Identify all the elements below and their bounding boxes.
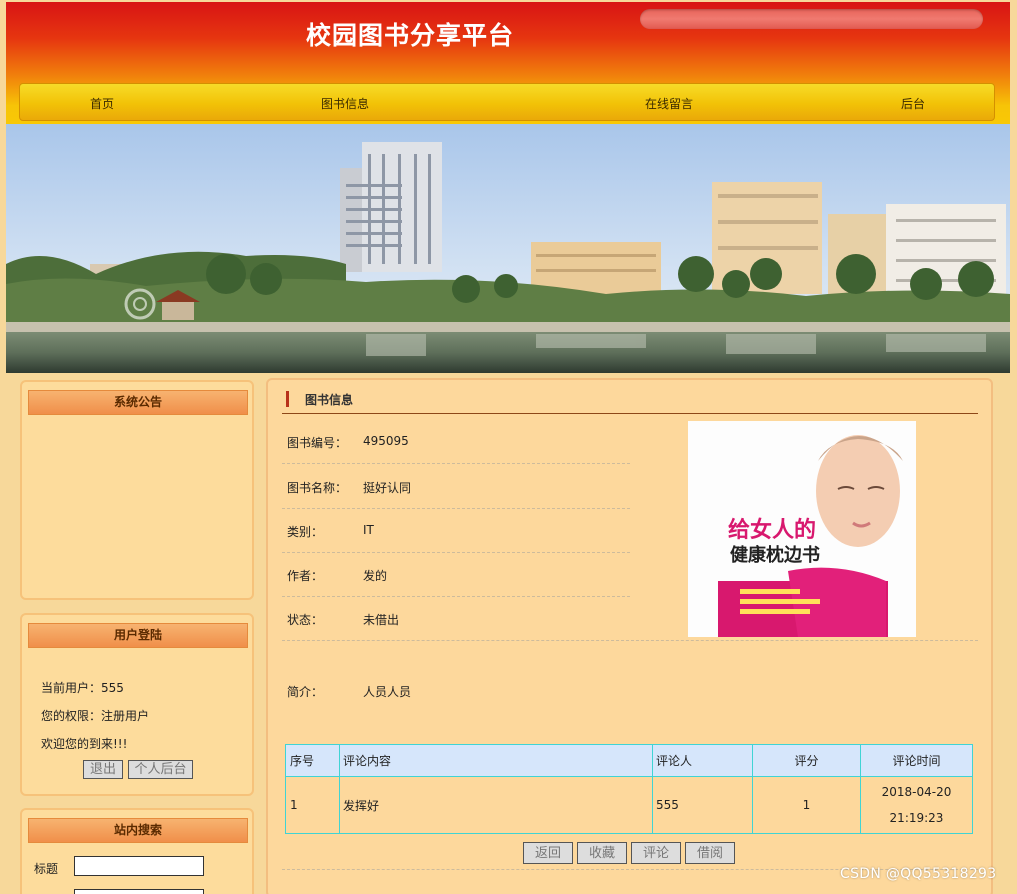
field-label: 类别： (287, 525, 324, 539)
page: 校园图书分享平台 首页 图书信息 在线留言 后台 系统公告 用户登陆 当前用户：… (6, 0, 1010, 894)
cell-time: 2018-04-20 21:19:23 (860, 776, 973, 834)
field-value: 挺好认同 (363, 481, 412, 495)
book-info-panel: 图书信息 图书编号： 495095 图书名称： 挺好认同 类别： IT 作者： … (266, 378, 993, 894)
nav-books[interactable]: 图书信息 (321, 95, 369, 112)
field-value: 未借出 (363, 613, 400, 627)
welcome-text: 欢迎您的到来!!! (41, 737, 128, 751)
back-button[interactable]: 返回 (523, 842, 573, 864)
col-header: 评论时间 (860, 744, 973, 777)
login-title: 用户登陆 (28, 623, 248, 648)
cover-subtitle-text: 健康枕边书 (730, 544, 820, 566)
profile-button[interactable]: 个人后台 (128, 760, 193, 779)
field-label: 图书名称： (287, 481, 348, 495)
borrow-button[interactable]: 借阅 (685, 842, 735, 864)
field-label: 图书编号： (287, 436, 348, 450)
notice-title: 系统公告 (28, 390, 248, 415)
cover-title-text: 给女人的 (728, 517, 816, 543)
col-header: 评分 (752, 744, 861, 777)
current-user-text: 当前用户：555 (41, 681, 124, 695)
comment-button[interactable]: 评论 (631, 842, 681, 864)
cell-author: 555 (652, 776, 753, 834)
col-header: 评论内容 (339, 744, 653, 777)
table-header-row: 序号 评论内容 评论人 评分 评论时间 (285, 744, 973, 777)
cell-index: 1 (285, 776, 340, 834)
intro-value: 人员人员 (363, 685, 412, 699)
section-marker (286, 391, 289, 407)
watermark-text: CSDN @QQ55318293 (840, 866, 997, 882)
favorite-button[interactable]: 收藏 (577, 842, 627, 864)
field-value: IT (363, 523, 374, 537)
field-status: 状态： 未借出 (282, 597, 630, 641)
logout-button[interactable]: 退出 (83, 760, 123, 779)
table-row: 1 发挥好 555 1 2018-04-20 21:19:23 (285, 776, 973, 834)
cell-date: 2018-04-20 (881, 785, 952, 799)
site-header: 校园图书分享平台 首页 图书信息 在线留言 后台 (6, 2, 1010, 124)
field-book-name: 图书名称： 挺好认同 (282, 465, 630, 509)
search-title-input[interactable] (74, 856, 204, 876)
col-header: 评论人 (652, 744, 753, 777)
field-label: 作者： (287, 569, 324, 583)
intro-label: 简介： (287, 685, 324, 699)
search-second-input[interactable] (74, 889, 204, 894)
nav-home[interactable]: 首页 (90, 95, 114, 112)
field-category: 类别： IT (282, 509, 630, 553)
section-header: 图书信息 (282, 386, 978, 414)
cell-clock: 21:19:23 (889, 811, 944, 825)
field-author: 作者： 发的 (282, 553, 630, 597)
cell-score: 1 (752, 776, 861, 834)
field-book-id: 图书编号： 495095 (282, 420, 630, 464)
field-label: 状态： (287, 613, 324, 627)
notice-panel: 系统公告 (20, 380, 254, 600)
book-cover-image: 给女人的 健康枕边书 (688, 421, 916, 637)
field-value: 495095 (363, 434, 409, 448)
header-decoration (640, 9, 983, 29)
comments-table: 序号 评论内容 评论人 评分 评论时间 1 发挥好 555 1 2018-04-… (285, 744, 973, 834)
cell-content: 发挥好 (339, 776, 653, 834)
campus-banner-image (6, 124, 1010, 373)
field-value: 发的 (363, 569, 388, 583)
nav-messages[interactable]: 在线留言 (645, 95, 693, 112)
nav-admin[interactable]: 后台 (901, 95, 925, 112)
permission-text: 您的权限：注册用户 (41, 709, 150, 723)
site-title: 校园图书分享平台 (306, 21, 515, 50)
field-intro: 简介： 人员人员 (282, 640, 978, 738)
login-panel: 用户登陆 当前用户：555 您的权限：注册用户 欢迎您的到来!!! 退出 个人后… (20, 613, 254, 796)
search-title-label: 标题 (34, 862, 59, 876)
col-header: 序号 (285, 744, 340, 777)
section-title: 图书信息 (305, 393, 354, 407)
search-title: 站内搜索 (28, 818, 248, 843)
main-nav: 首页 图书信息 在线留言 后台 (19, 83, 995, 121)
search-panel: 站内搜索 标题 (20, 808, 254, 894)
